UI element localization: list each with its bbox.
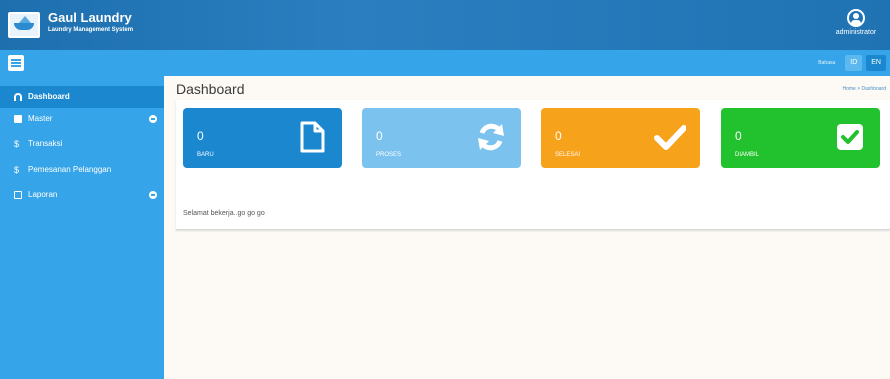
nav-bar: Bahasa ID EN [0,50,890,76]
menu-toggle-button[interactable] [8,55,24,71]
language-button-en[interactable]: EN [866,55,886,71]
file-icon [300,121,325,153]
main-content: Dashboard Home > Dashboard 0 BARU 0 PROS… [164,76,890,379]
sidebar-item-label: Pemesanan Pelanggan [28,165,112,174]
sidebar-item-label: Master [28,114,53,123]
sidebar-item-label: Laporan [28,190,58,199]
check-icon [654,125,686,150]
status-card-diambil[interactable]: 0 DIAMBIL [721,108,880,168]
sidebar-item-label: Dashboard [28,92,70,101]
sidebar-item-transaksi[interactable]: $ Transaksi [0,133,164,155]
breadcrumb[interactable]: Home > Dashboard [843,86,887,92]
checkbox-icon [837,124,863,150]
top-header: Gaul Laundry Laundry Management System a… [0,0,890,50]
refresh-icon [478,123,504,151]
sidebar-item-master[interactable]: Master [0,108,164,130]
status-card-baru[interactable]: 0 BARU [183,108,342,168]
dashboard-icon [14,93,22,101]
dollar-icon: $ [14,165,20,175]
card-count: 0 [735,129,742,143]
dollar-icon: $ [14,139,20,149]
card-label: SELESAI [555,152,581,158]
app-subtitle: Laundry Management System [48,27,134,33]
status-card-selesai[interactable]: 0 SELESAI [541,108,700,168]
app-title: Gaul Laundry [48,10,132,25]
expand-icon[interactable] [149,191,157,199]
expand-icon[interactable] [149,115,157,123]
sidebar-item-pemesanan-pelanggan[interactable]: $ Pemesanan Pelanggan [0,159,164,181]
welcome-message: Selamat bekerja..go go go [183,210,265,217]
card-label: PROSES [376,152,402,158]
card-label: BARU [197,152,214,158]
sidebar: Dashboard Master $ Transaksi $ Pemesanan… [0,76,164,379]
dashboard-panel: 0 BARU 0 PROSES 0 SELESAI 0 DIAMBIL Sela… [176,100,890,230]
user-menu[interactable]: administrator [826,9,886,45]
sidebar-item-label: Transaksi [28,139,63,148]
language-switcher: Bahasa ID EN [818,55,886,71]
file-icon [14,191,22,199]
card-label: DIAMBIL [735,152,760,158]
app-logo[interactable] [8,12,40,38]
sidebar-item-laporan[interactable]: Laporan [0,184,164,206]
logo-sail [19,16,31,23]
sidebar-item-dashboard[interactable]: Dashboard [0,86,164,108]
page-title: Dashboard [176,81,245,97]
box-icon [14,115,22,123]
status-card-proses[interactable]: 0 PROSES [362,108,521,168]
card-count: 0 [555,129,562,143]
language-button-id[interactable]: ID [845,55,863,71]
card-count: 0 [376,129,383,143]
logo-boat [14,23,34,30]
user-avatar-icon[interactable] [847,9,865,27]
user-name[interactable]: administrator [826,29,886,36]
card-count: 0 [197,129,204,143]
language-label: Bahasa [818,60,836,66]
